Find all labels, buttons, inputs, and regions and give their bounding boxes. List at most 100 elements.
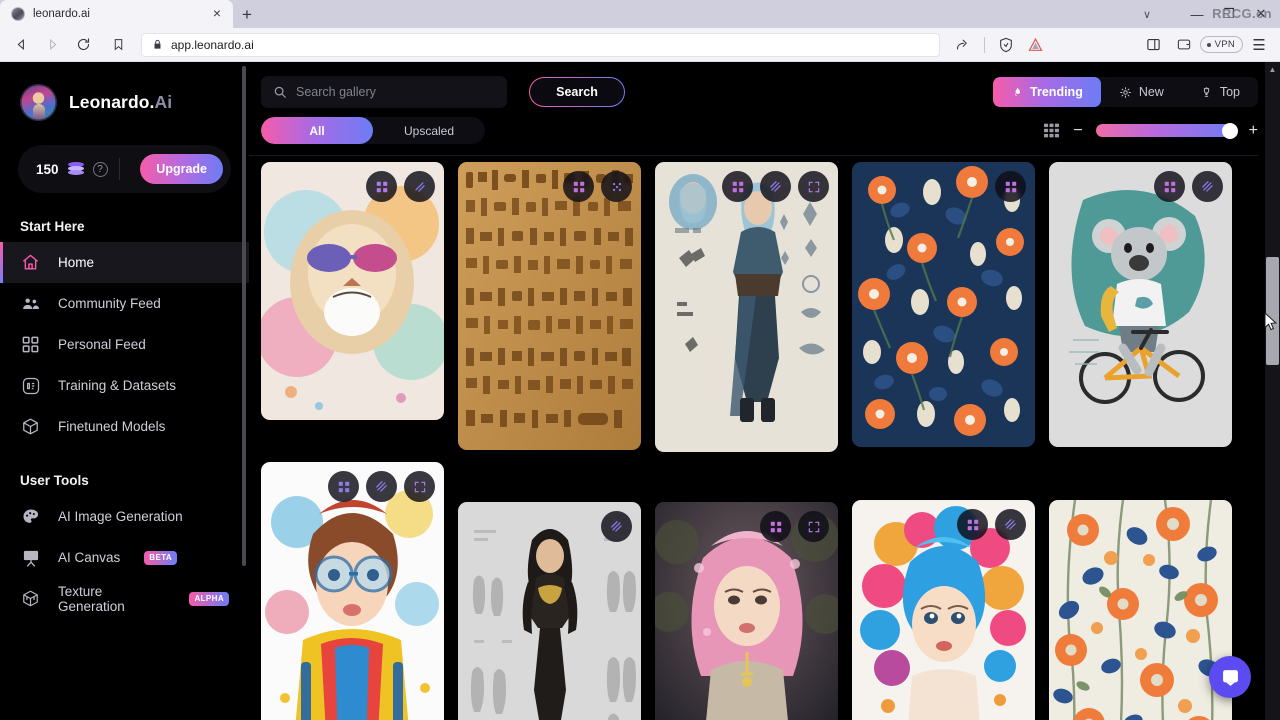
leonardo-favicon-icon: [11, 7, 25, 21]
gallery-card-pink-hair-fantasy-portrait[interactable]: [655, 502, 838, 720]
upscale-icon[interactable]: [404, 471, 435, 502]
chevron-down-icon[interactable]: ∨: [1132, 2, 1162, 26]
gallery-card-colorful-lion-sunglasses[interactable]: [261, 162, 444, 420]
card-image: [655, 162, 838, 452]
search-icon: [274, 86, 286, 98]
sidebar-item-finetuned-models[interactable]: Finetuned Models: [0, 406, 249, 447]
tab-new[interactable]: New: [1101, 77, 1182, 107]
close-icon[interactable]: ×: [209, 6, 225, 22]
tab-title: leonardo.ai: [33, 8, 90, 20]
remix-icon[interactable]: [563, 171, 594, 202]
brand-name-main: Leonardo.: [69, 92, 155, 112]
sidebar-item-home[interactable]: Home: [0, 242, 249, 283]
sidebar-scrollbar-thumb[interactable]: [242, 66, 246, 566]
zoom-slider-knob[interactable]: [1221, 122, 1238, 139]
brand-logo-row[interactable]: Leonardo.Ai: [0, 84, 249, 121]
gallery-card-rainbow-hair-doll-portrait[interactable]: [852, 500, 1035, 720]
toolbar-divider: [249, 155, 1258, 156]
remix-icon[interactable]: [760, 511, 791, 542]
zoom-slider[interactable]: [1095, 122, 1238, 139]
sidebar-item-personal-feed[interactable]: Personal Feed: [0, 324, 249, 365]
variation-icon[interactable]: [366, 471, 397, 502]
address-bar[interactable]: app.leonardo.ai: [141, 32, 940, 57]
sidebar-item-ai-canvas[interactable]: AI Canvas BETA: [0, 537, 249, 578]
variation-icon[interactable]: [760, 171, 791, 202]
sidebar-item-community-feed[interactable]: Community Feed: [0, 283, 249, 324]
sidebar-item-ai-image-generation[interactable]: AI Image Generation: [0, 496, 249, 537]
sidebar-item-label: Finetuned Models: [58, 419, 166, 434]
gallery-card-egyptian-hieroglyphs[interactable]: [458, 162, 641, 450]
zoom-in-button[interactable]: +: [1249, 122, 1258, 139]
gallery-card-dark-haired-heroine-sheet[interactable]: [458, 502, 641, 720]
forward-button[interactable]: [38, 32, 66, 58]
vpn-label: VPN: [1214, 39, 1235, 50]
minimize-button[interactable]: —: [1182, 2, 1212, 26]
wallet-icon[interactable]: [1170, 32, 1198, 58]
card-actions: [722, 171, 829, 202]
vpn-status-dot: [1206, 42, 1211, 47]
card-actions: [1154, 171, 1223, 202]
gallery-card-girl-blue-glasses-hoodie[interactable]: [261, 462, 444, 720]
gallery-card-koala-on-bicycle[interactable]: [1049, 162, 1232, 447]
leo-ai-icon[interactable]: [1022, 32, 1050, 58]
upgrade-button[interactable]: Upgrade: [140, 154, 223, 184]
remix-icon[interactable]: [722, 171, 753, 202]
bookmark-icon[interactable]: [104, 32, 132, 58]
community-icon: [20, 293, 41, 314]
gallery-card-orange-daisy-floral-pattern[interactable]: [1049, 500, 1232, 720]
variation-icon[interactable]: [1192, 171, 1223, 202]
vpn-indicator[interactable]: VPN: [1199, 36, 1243, 53]
card-actions: [601, 511, 632, 542]
intercom-chat-button[interactable]: [1209, 656, 1251, 698]
upscale-icon[interactable]: [798, 511, 829, 542]
sidebar-item-texture-generation[interactable]: Texture Generation ALPHA: [0, 578, 249, 619]
tab-strip: leonardo.ai × + ∨ — ❐ ✕: [0, 0, 1280, 28]
variation-icon[interactable]: [995, 509, 1026, 540]
gallery-card-blue-hair-warrior-sheet[interactable]: [655, 162, 838, 452]
sidebar-toggle-icon[interactable]: [1140, 32, 1168, 58]
share-icon[interactable]: [949, 32, 977, 58]
divider: [983, 36, 985, 53]
brave-shield-icon[interactable]: [992, 32, 1020, 58]
main-scrollbar-track[interactable]: ▲: [1265, 62, 1280, 720]
reload-button[interactable]: [69, 32, 97, 58]
gallery-grid-container[interactable]: RRCG 人人素材: [249, 162, 1280, 720]
help-icon[interactable]: ?: [92, 161, 108, 177]
remix-icon[interactable]: [328, 471, 359, 502]
sidebar-item-label: Personal Feed: [58, 337, 146, 352]
remix-icon[interactable]: [366, 171, 397, 202]
grid-density-icon[interactable]: [1043, 123, 1060, 138]
zoom-out-button[interactable]: −: [1073, 122, 1082, 139]
browser-menu-icon[interactable]: ☰: [1245, 32, 1273, 58]
new-tab-button[interactable]: +: [233, 2, 261, 28]
main-content: Search Trending New: [249, 62, 1280, 720]
home-icon: [20, 252, 41, 273]
tab-top[interactable]: Top: [1182, 77, 1258, 107]
scroll-up-arrow-icon[interactable]: ▲: [1265, 62, 1280, 76]
gallery-card-orange-blue-floral-pattern[interactable]: [852, 162, 1035, 447]
tab-upscaled[interactable]: Upscaled: [373, 117, 485, 144]
tab-all[interactable]: All: [261, 117, 373, 144]
remix-icon[interactable]: [957, 509, 988, 540]
search-field[interactable]: [261, 76, 507, 108]
flame-icon: [1015, 87, 1021, 96]
search-input[interactable]: [296, 85, 495, 99]
search-button[interactable]: Search: [529, 77, 625, 107]
main-scrollbar-thumb[interactable]: [1266, 257, 1279, 365]
browser-tab[interactable]: leonardo.ai ×: [0, 0, 233, 28]
remix-icon[interactable]: [995, 171, 1026, 202]
back-button[interactable]: [7, 32, 35, 58]
upscale-icon[interactable]: [798, 171, 829, 202]
tab-label: New: [1138, 85, 1164, 99]
variation-icon[interactable]: [601, 171, 632, 202]
card-actions: [957, 509, 1026, 540]
variation-icon[interactable]: [601, 511, 632, 542]
sidebar-item-training-datasets[interactable]: Training & Datasets: [0, 365, 249, 406]
remix-icon[interactable]: [1154, 171, 1185, 202]
maximize-button[interactable]: ❐: [1214, 2, 1244, 26]
credits-panel: 150 ? Upgrade: [18, 145, 231, 193]
window-close-button[interactable]: ✕: [1246, 2, 1276, 26]
tab-trending[interactable]: Trending: [993, 77, 1101, 107]
cube-icon: [20, 416, 41, 437]
variation-icon[interactable]: [404, 171, 435, 202]
